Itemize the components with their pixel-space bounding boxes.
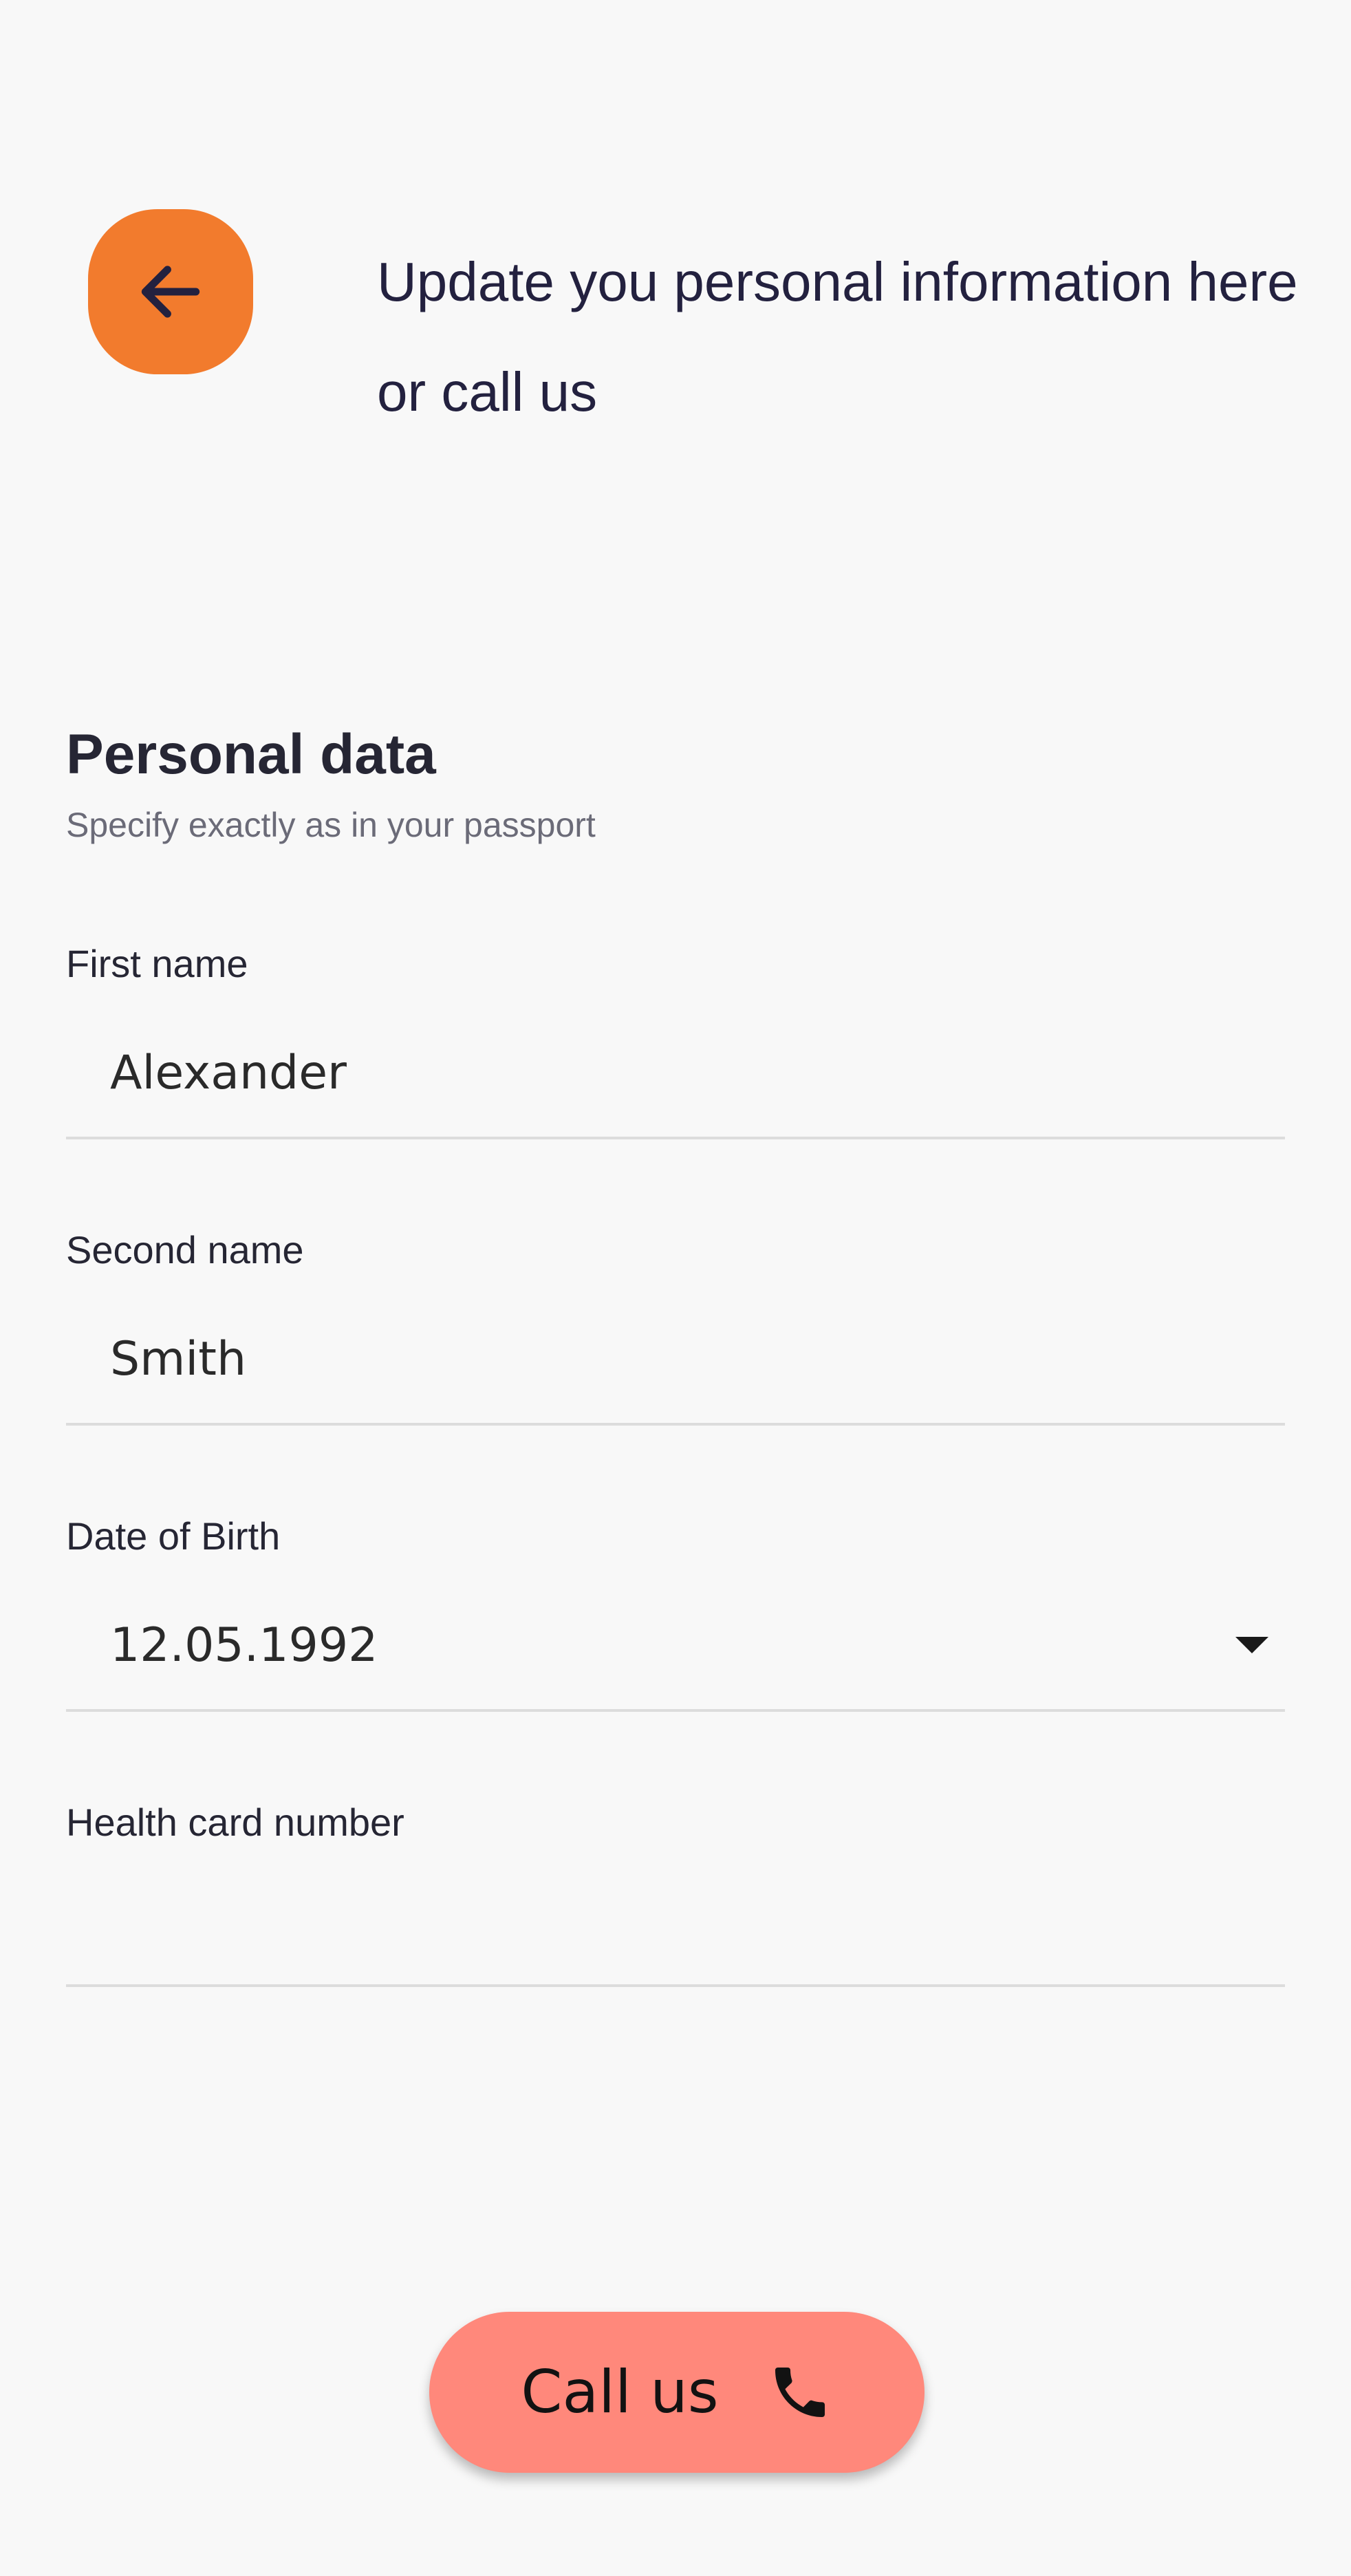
section-title: Personal data (66, 723, 436, 786)
back-button[interactable] (88, 209, 253, 374)
arrow-left-icon (141, 266, 200, 318)
second-name-field: Second name Smith (66, 1227, 1285, 1426)
section-subtitle: Specify exactly as in your passport (66, 806, 596, 844)
second-name-label: Second name (66, 1228, 304, 1271)
phone-icon (775, 2368, 825, 2417)
dropdown-arrow-icon[interactable] (1235, 1637, 1268, 1653)
date-of-birth-select[interactable]: 12.05.1992 (66, 1581, 1285, 1712)
second-name-value: Smith (110, 1331, 247, 1386)
health-card-label: Health card number (66, 1801, 404, 1844)
call-us-label: Call us (521, 2358, 719, 2427)
call-us-button[interactable]: Call us (429, 2312, 925, 2473)
date-of-birth-field: Date of Birth 12.05.1992 (66, 1514, 1285, 1712)
health-card-field: Health card number (66, 1800, 1285, 1987)
health-card-input[interactable] (66, 1867, 1285, 1987)
date-of-birth-label: Date of Birth (66, 1514, 281, 1558)
first-name-label: First name (66, 942, 248, 985)
second-name-input[interactable]: Smith (66, 1295, 1285, 1426)
first-name-input[interactable]: Alexander (66, 1009, 1285, 1139)
date-of-birth-value: 12.05.1992 (110, 1618, 378, 1673)
first-name-value: Alexander (110, 1045, 347, 1100)
first-name-field: First name Alexander (66, 941, 1285, 1139)
page-title: Update you personal information here or … (377, 251, 1298, 422)
